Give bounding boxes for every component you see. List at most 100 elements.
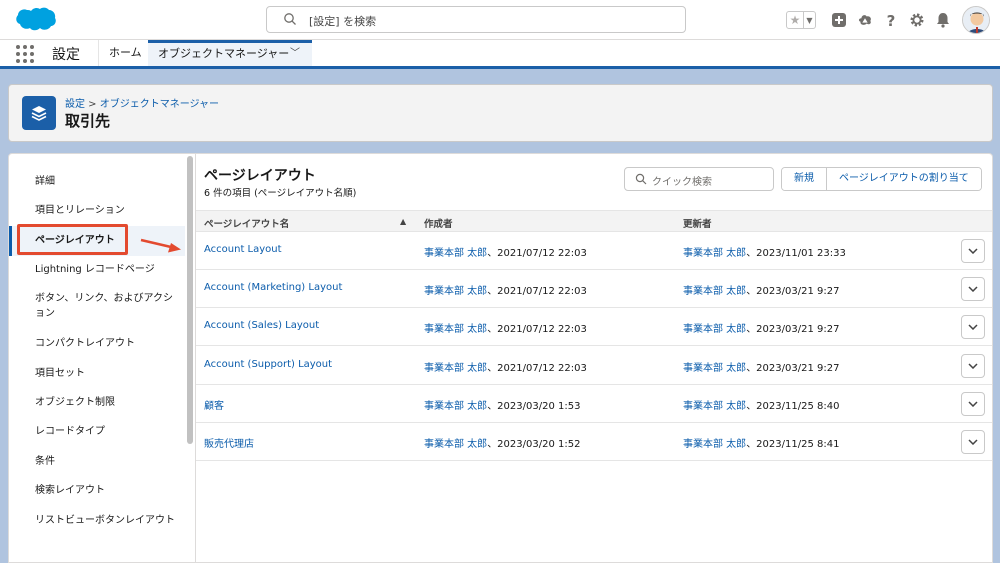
layout-name-link[interactable]: Account (Marketing) Layout <box>204 282 342 293</box>
nav-tab-object-manager-label: オブジェクトマネージャー <box>158 47 290 60</box>
layout-name-link[interactable]: Account (Support) Layout <box>204 359 332 370</box>
app-launcher-icon[interactable] <box>16 45 34 63</box>
sidebar-item-fields-relationships[interactable]: 項目とリレーション <box>9 203 185 218</box>
modifier-user-link[interactable]: 事業本部 太郎 <box>683 324 746 335</box>
notification-bell-icon[interactable] <box>935 12 951 28</box>
layout-name-link[interactable]: Account (Sales) Layout <box>204 320 319 331</box>
layout-name-link[interactable]: 顧客 <box>204 397 224 412</box>
search-icon <box>635 173 647 185</box>
svg-text:?: ? <box>887 12 896 28</box>
row-actions-button[interactable] <box>961 277 985 301</box>
modified-date: 、2023/03/21 9:27 <box>746 286 840 297</box>
breadcrumb: 設定 > オブジェクトマネージャー <box>65 95 219 110</box>
row-actions-button[interactable] <box>961 392 985 416</box>
global-search-placeholder: [設定] を検索 <box>309 15 377 28</box>
breadcrumb-object-manager-link[interactable]: オブジェクトマネージャー <box>100 99 219 110</box>
sidebar-item-lightning-record-pages[interactable]: Lightning レコードページ <box>9 262 185 277</box>
sidebar-item-compact-layouts[interactable]: コンパクトレイアウト <box>9 336 185 351</box>
layout-name-link[interactable]: Account Layout <box>204 244 282 255</box>
help-icon[interactable]: ? <box>883 12 899 28</box>
modifier-user-link[interactable]: 事業本部 太郎 <box>683 286 746 297</box>
layers-icon <box>22 96 56 130</box>
global-header: [設定] を検索 ★ ▼ ? <box>0 0 1000 40</box>
modified-date: 、2023/11/01 23:33 <box>746 248 846 259</box>
column-header-modified-by[interactable]: 更新者 <box>683 216 712 230</box>
creator-user-link[interactable]: 事業本部 太郎 <box>424 248 487 259</box>
modified-by-cell: 事業本部 太郎、2023/11/25 8:40 <box>683 397 839 412</box>
object-sidebar: 詳細 項目とリレーション ページレイアウト Lightning レコードページ … <box>8 153 196 563</box>
assign-page-layout-button[interactable]: ページレイアウトの割り当て <box>826 168 981 190</box>
setup-gear-icon[interactable] <box>909 12 925 28</box>
row-actions-button[interactable] <box>961 430 985 454</box>
modified-date: 、2023/11/25 8:41 <box>746 439 840 450</box>
creator-user-link[interactable]: 事業本部 太郎 <box>424 439 487 450</box>
sidebar-item-buttons-links-actions[interactable]: ボタン、リンク、およびアクション <box>9 291 185 321</box>
row-actions-button[interactable] <box>961 239 985 263</box>
modifier-user-link[interactable]: 事業本部 太郎 <box>683 401 746 412</box>
sidebar-item-details[interactable]: 詳細 <box>9 174 185 189</box>
trailhead-icon[interactable] <box>857 12 873 28</box>
app-navigation-bar: 設定 ホーム オブジェクトマネージャー ﹀ <box>0 40 1000 69</box>
annotation-arrow-icon <box>140 238 181 253</box>
nav-tab-home[interactable]: ホーム <box>98 40 152 66</box>
chevron-down-icon <box>968 324 978 330</box>
modified-by-cell: 事業本部 太郎、2023/03/21 9:27 <box>683 359 839 374</box>
table-header: ページレイアウト名 ▲ 作成者 更新者 <box>196 210 992 232</box>
created-by-cell: 事業本部 太郎、2021/07/12 22:03 <box>424 320 587 335</box>
new-button[interactable]: 新規 <box>782 168 826 190</box>
favorites-dropdown-icon[interactable]: ▼ <box>804 11 816 29</box>
table-row: Account (Sales) Layout 事業本部 太郎、2021/07/1… <box>196 308 992 346</box>
add-icon[interactable] <box>831 12 847 28</box>
header-utility-icons: ★ ▼ ? <box>786 5 990 35</box>
created-date: 、2021/07/12 22:03 <box>487 286 587 297</box>
created-by-cell: 事業本部 太郎、2023/03/20 1:52 <box>424 435 580 450</box>
creator-user-link[interactable]: 事業本部 太郎 <box>424 363 487 374</box>
sidebar-item-search-layouts[interactable]: 検索レイアウト <box>9 483 185 498</box>
created-by-cell: 事業本部 太郎、2021/07/12 22:03 <box>424 244 587 259</box>
chevron-down-icon <box>968 401 978 407</box>
page-layouts-list: ページレイアウト 6 件の項目 (ページレイアウト名順) クイック検索 新規 ペ… <box>196 153 993 563</box>
modified-date: 、2023/11/25 8:40 <box>746 401 840 412</box>
created-date: 、2023/03/20 1:53 <box>487 401 581 412</box>
search-icon <box>284 13 296 25</box>
page-title: 取引先 <box>65 112 111 130</box>
row-actions-button[interactable] <box>961 315 985 339</box>
global-search-input[interactable]: [設定] を検索 <box>266 6 686 33</box>
table-row: 販売代理店 事業本部 太郎、2023/03/20 1:52 事業本部 太郎、20… <box>196 423 992 461</box>
row-actions-button[interactable] <box>961 354 985 378</box>
chevron-down-icon[interactable]: ﹀ <box>290 43 300 65</box>
sidebar-scrollbar[interactable] <box>187 156 193 444</box>
sidebar-item-list-view-button-layout[interactable]: リストビューボタンレイアウト <box>9 513 185 528</box>
table-row: Account Layout 事業本部 太郎、2021/07/12 22:03 … <box>196 232 992 270</box>
modified-date: 、2023/03/21 9:27 <box>746 363 840 374</box>
chevron-down-icon <box>968 439 978 445</box>
sidebar-item-conditions[interactable]: 条件 <box>9 454 185 469</box>
sidebar-item-object-limits[interactable]: オブジェクト制限 <box>9 395 185 410</box>
sort-ascending-icon[interactable]: ▲ <box>400 217 406 226</box>
layout-name-link[interactable]: 販売代理店 <box>204 435 254 450</box>
salesforce-logo[interactable] <box>12 6 58 36</box>
created-date: 、2021/07/12 22:03 <box>487 248 587 259</box>
created-by-cell: 事業本部 太郎、2021/07/12 22:03 <box>424 359 587 374</box>
creator-user-link[interactable]: 事業本部 太郎 <box>424 324 487 335</box>
nav-tab-object-manager[interactable]: オブジェクトマネージャー ﹀ <box>148 40 312 66</box>
favorites-control[interactable]: ★ ▼ <box>786 11 816 29</box>
sidebar-item-record-types[interactable]: レコードタイプ <box>9 424 185 439</box>
annotation-highlight-box <box>17 224 128 255</box>
created-date: 、2023/03/20 1:52 <box>487 439 581 450</box>
user-avatar[interactable] <box>962 6 990 34</box>
breadcrumb-setup-link[interactable]: 設定 <box>65 99 85 110</box>
modifier-user-link[interactable]: 事業本部 太郎 <box>683 248 746 259</box>
favorites-star-icon[interactable]: ★ <box>786 11 804 29</box>
quick-search-placeholder: クイック検索 <box>652 177 712 188</box>
modifier-user-link[interactable]: 事業本部 太郎 <box>683 363 746 374</box>
column-header-name[interactable]: ページレイアウト名 <box>204 216 289 230</box>
column-header-created-by[interactable]: 作成者 <box>424 216 453 230</box>
quick-search-input[interactable]: クイック検索 <box>624 167 774 191</box>
creator-user-link[interactable]: 事業本部 太郎 <box>424 401 487 412</box>
creator-user-link[interactable]: 事業本部 太郎 <box>424 286 487 297</box>
object-page-header: 設定 > オブジェクトマネージャー 取引先 <box>8 84 993 142</box>
sidebar-item-field-sets[interactable]: 項目セット <box>9 366 185 381</box>
modifier-user-link[interactable]: 事業本部 太郎 <box>683 439 746 450</box>
modified-by-cell: 事業本部 太郎、2023/11/01 23:33 <box>683 244 846 259</box>
